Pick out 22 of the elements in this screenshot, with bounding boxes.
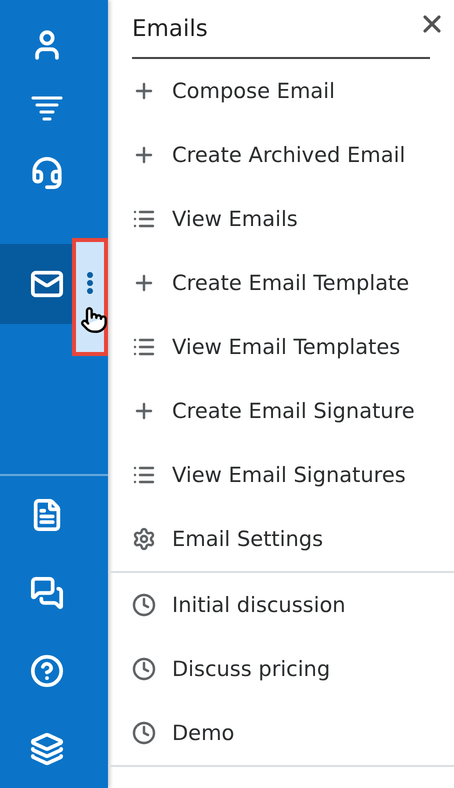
menu-item[interactable]: Demo xyxy=(132,701,454,765)
menu-item[interactable]: View Email Signatures xyxy=(132,443,454,507)
help-icon xyxy=(30,654,64,688)
menu-item[interactable]: Compose Email xyxy=(132,59,454,123)
menu-item[interactable]: View Email Templates xyxy=(132,315,454,379)
menu-item[interactable]: Discuss pricing xyxy=(132,637,454,701)
menu-item[interactable]: Email Settings xyxy=(132,507,454,571)
layers-icon xyxy=(30,732,64,766)
menu-item[interactable]: Create Archived Email xyxy=(132,123,454,187)
more-icon xyxy=(87,272,93,294)
chat-icon xyxy=(30,576,64,610)
menu-item[interactable]: View Emails xyxy=(132,187,454,251)
menu-item[interactable]: Create Email Signature xyxy=(132,379,454,443)
gear-icon xyxy=(132,527,156,551)
menu-title: Emails xyxy=(132,16,208,42)
menu-item[interactable]: Initial discussion xyxy=(132,573,454,637)
menu-item[interactable]: Create Email Template xyxy=(132,251,454,315)
clock-icon xyxy=(132,721,156,745)
clock-icon xyxy=(132,657,156,681)
headset-icon xyxy=(30,156,64,190)
hand-cursor-icon xyxy=(80,306,108,334)
clock-icon xyxy=(132,593,156,617)
